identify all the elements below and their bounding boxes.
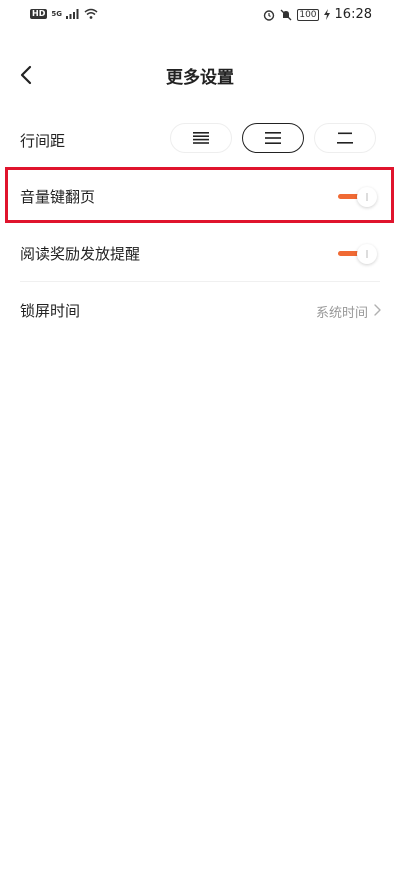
- spacing-standard-button[interactable]: [242, 123, 304, 153]
- reading-reward-reminder-toggle[interactable]: [338, 243, 378, 265]
- status-bar: HD 5G 100 16:28: [0, 0, 400, 28]
- status-time: 16:28: [334, 7, 372, 22]
- volume-page-turn-toggle[interactable]: [338, 186, 378, 208]
- charging-icon: [323, 9, 330, 20]
- battery-icon: 100: [297, 8, 319, 21]
- standard-spacing-icon: [265, 132, 281, 144]
- spacing-loose-button[interactable]: [314, 123, 376, 153]
- volume-page-turn-row: 音量键翻页: [0, 168, 400, 224]
- lock-screen-time-label: 锁屏时间: [20, 302, 81, 320]
- page-title: 更多设置: [166, 68, 234, 88]
- reading-reward-reminder-label: 阅读奖励发放提醒: [20, 245, 141, 263]
- lock-screen-time-value: 系统时间: [315, 306, 368, 321]
- mute-icon: [280, 9, 292, 20]
- line-spacing-label: 行间距: [20, 132, 66, 150]
- line-spacing-options: [170, 123, 376, 153]
- toggle-knob: [357, 187, 377, 207]
- network-type: 5G: [51, 9, 62, 18]
- status-bar-left: HD 5G: [30, 8, 98, 19]
- spacing-compact-button[interactable]: [170, 123, 232, 153]
- chevron-right-icon: [374, 304, 381, 316]
- wifi-icon: [84, 8, 98, 19]
- hd-badge: HD: [30, 8, 48, 19]
- loose-spacing-icon: [337, 132, 353, 144]
- signal-icon: [65, 8, 79, 19]
- volume-page-turn-label: 音量键翻页: [20, 188, 96, 206]
- status-bar-right: 100 16:28: [263, 7, 372, 22]
- title-bar: 更多设置: [0, 55, 400, 95]
- lock-screen-time-row[interactable]: 锁屏时间 系统时间: [0, 288, 400, 332]
- line-spacing-row: 行间距: [0, 120, 400, 158]
- toggle-knob: [357, 244, 377, 264]
- divider: [20, 281, 380, 282]
- reading-reward-reminder-row: 阅读奖励发放提醒: [0, 225, 400, 281]
- alarm-icon: [264, 9, 275, 21]
- compact-spacing-icon: [193, 132, 209, 144]
